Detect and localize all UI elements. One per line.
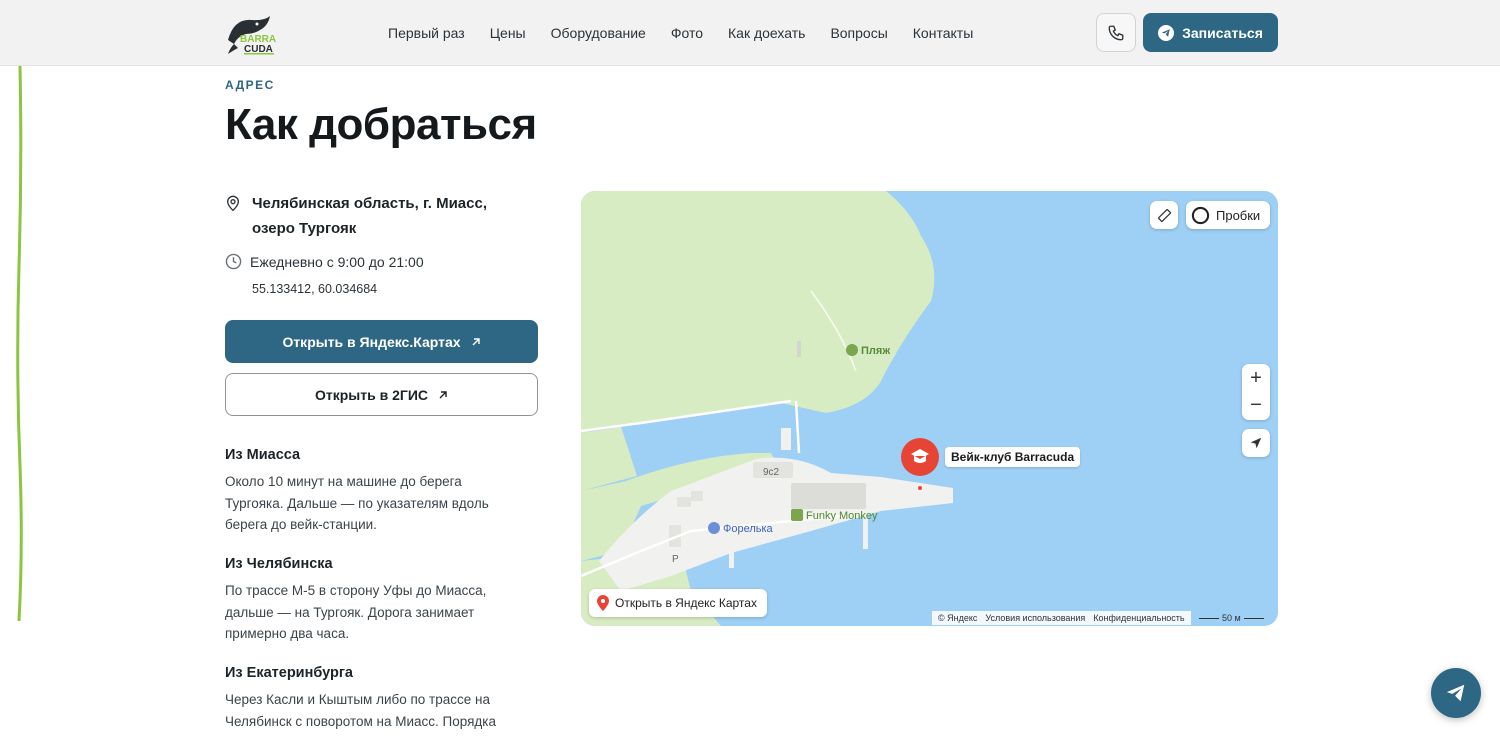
beach-icon: [846, 344, 858, 356]
zoom-controls: + −: [1242, 364, 1270, 420]
address-line-2: озеро Тургояк: [252, 220, 357, 237]
route-title: Из Челябинска: [225, 556, 333, 572]
zoom-in-button[interactable]: +: [1250, 364, 1262, 392]
map-pin-icon: [597, 595, 609, 611]
address-block: Челябинская область, г. Миасс, озеро Тур…: [225, 191, 545, 241]
phone-button[interactable]: [1096, 13, 1136, 52]
address-line-1: Челябинская область, г. Миасс,: [252, 195, 487, 212]
scale-label: 50 м: [1222, 613, 1241, 623]
open-2gis-label: Открыть в 2ГИС: [314, 386, 428, 403]
clock-icon: [225, 253, 243, 270]
copyright-text[interactable]: © Яндекс: [938, 613, 977, 623]
traffic-icon: [1191, 206, 1210, 224]
open-in-yandex-maps-link[interactable]: Открыть в Яндекс Картах: [589, 589, 767, 617]
main-nav: Первый раз Цены Оборудование Фото Как до…: [388, 0, 998, 66]
nav-item-directions[interactable]: Как доехать: [728, 25, 805, 41]
decorative-green-line: [16, 66, 23, 622]
route-text-line: Тургояка. Дальше — по указателям вдоль: [225, 495, 489, 511]
telegram-icon: [1158, 24, 1175, 41]
ruler-button[interactable]: [1150, 201, 1178, 229]
route-miass: Из Миасса Около 10 минут на машине до бе…: [225, 447, 525, 536]
privacy-link[interactable]: Конфиденциальность: [1093, 613, 1184, 623]
route-text-line: Челябинск с поворотом на Миасс. Порядка: [225, 713, 496, 729]
yandex-map[interactable]: Пробки Пляж 9с2 Форелька Funky Monkey P …: [581, 191, 1278, 626]
open-yandex-maps-label: Открыть в Яндекс.Картах: [282, 333, 461, 350]
terms-link[interactable]: Условия использования: [985, 613, 1085, 623]
map-terrain: [581, 191, 1278, 626]
signup-button[interactable]: Записаться: [1143, 13, 1278, 52]
route-text-line: берега до вейк-станции.: [225, 517, 377, 532]
site-header: BARRA CUDA Первый раз Цены Оборудование …: [0, 0, 1500, 66]
map-copyright: © Яндекс Условия использования Конфиденц…: [932, 611, 1191, 625]
poi-forelka[interactable]: Форелька: [708, 522, 773, 535]
location-pin-icon: [225, 191, 243, 241]
parking-label: P: [672, 554, 679, 565]
ruler-icon: [1157, 208, 1171, 222]
route-text-line: Около 10 минут на машине до берега: [225, 474, 462, 489]
section-eyebrow: АДРЕС: [225, 78, 275, 92]
signup-label: Записаться: [1182, 24, 1263, 41]
open-2gis-button[interactable]: Открыть в 2ГИС: [225, 373, 538, 416]
nav-item-faq[interactable]: Вопросы: [830, 25, 887, 41]
open-yandex-maps-button[interactable]: Открыть в Яндекс.Картах: [225, 320, 538, 363]
nav-item-contacts[interactable]: Контакты: [913, 25, 973, 41]
coordinates: 55.133412, 60.034684: [252, 282, 378, 296]
traffic-label: Пробки: [1216, 207, 1261, 223]
geolocation-button[interactable]: [1242, 429, 1270, 457]
phone-icon: [1108, 25, 1124, 40]
building-label: 9с2: [763, 467, 780, 478]
navigation-arrow-icon: [1250, 437, 1262, 449]
page-title: Как добраться: [225, 100, 537, 149]
route-text-line: Через Касли и Кыштым либо по трассе на: [225, 692, 490, 707]
route-ekaterinburg: Из Екатеринбурга Через Касли и Кыштым ли…: [225, 665, 525, 732]
beach-label[interactable]: Пляж: [846, 344, 890, 357]
route-text-line: примерно два часа.: [225, 626, 350, 641]
zoom-out-button[interactable]: −: [1250, 392, 1262, 420]
hours-block: Ежедневно с 9:00 до 21:00: [225, 253, 424, 270]
open-in-yandex-maps-label: Открыть в Яндекс Картах: [615, 596, 757, 610]
nav-item-photo[interactable]: Фото: [671, 25, 703, 41]
route-title: Из Миасса: [225, 447, 301, 463]
poi-funky-monkey[interactable]: Funky Monkey: [791, 509, 878, 522]
nav-item-equipment[interactable]: Оборудование: [551, 25, 646, 41]
external-arrow-icon: [472, 337, 480, 345]
route-text-line: дальше — на Тургояк. Дорога занимает: [225, 604, 475, 620]
map-scale: 50 м: [1199, 611, 1264, 625]
route-text-line: По трассе М-5 в сторону Уфы до Миасса,: [225, 583, 487, 598]
poi-icon: [791, 509, 803, 521]
barracuda-logo[interactable]: BARRA CUDA: [224, 10, 280, 56]
floating-telegram-button[interactable]: [1431, 668, 1481, 718]
traffic-button[interactable]: Пробки: [1186, 201, 1270, 229]
working-hours: Ежедневно с 9:00 до 21:00: [250, 253, 424, 270]
airport-icon: [708, 522, 720, 534]
route-chelyabinsk: Из Челябинска По трассе М-5 в сторону Уф…: [225, 556, 525, 645]
nav-item-prices[interactable]: Цены: [490, 25, 526, 41]
route-title: Из Екатеринбурга: [225, 665, 353, 681]
map-pin-label[interactable]: Вейк-клуб Barracuda: [945, 447, 1081, 467]
nav-item-first-time[interactable]: Первый раз: [388, 25, 465, 41]
external-arrow-icon: [439, 390, 447, 398]
telegram-icon: [1446, 684, 1465, 702]
